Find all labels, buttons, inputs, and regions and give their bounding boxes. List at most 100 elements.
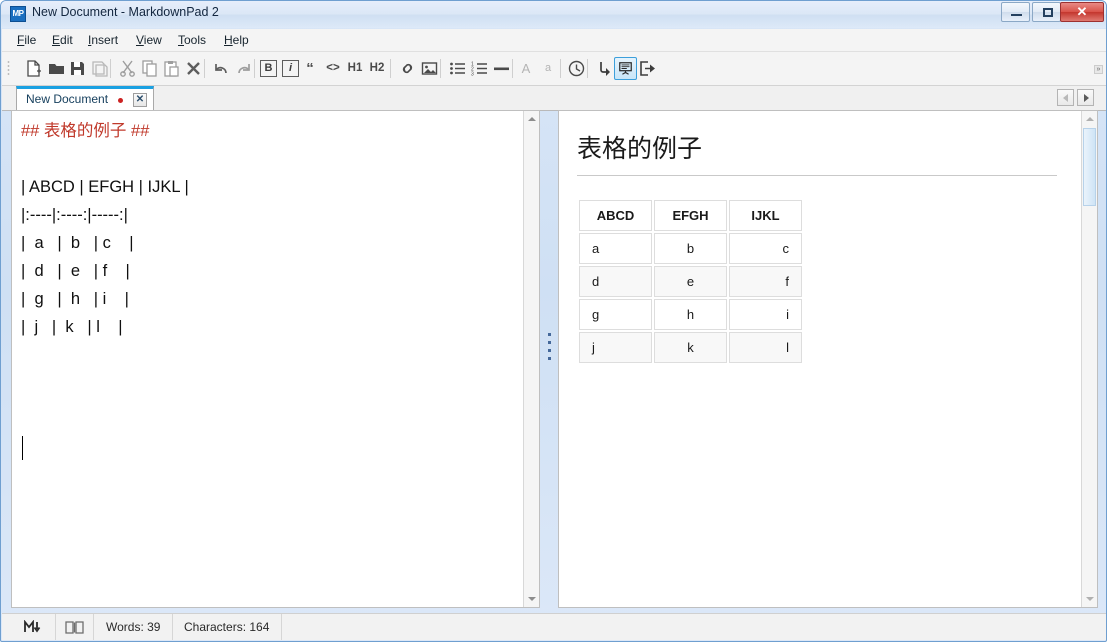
- line-break-icon: [600, 62, 610, 76]
- code-button[interactable]: <>: [322, 57, 344, 80]
- preview-vertical-scrollbar[interactable]: [1081, 111, 1097, 607]
- save-icon: [71, 62, 84, 75]
- markdown-editor[interactable]: ## 表格的例子 ## | ABCD | EFGH | IJKL | |:----…: [11, 110, 540, 608]
- save-button[interactable]: [66, 57, 89, 80]
- toolbar: B i “ <> H1 H2 1 2 3 A a »: [2, 52, 1106, 86]
- chevron-right-icon: [1084, 94, 1089, 102]
- preview-table-cell: b: [654, 233, 727, 264]
- preview-table-header-cell: IJKL: [729, 200, 802, 231]
- hyperlink-button[interactable]: [396, 57, 419, 80]
- tab-new-document[interactable]: New Document ✕: [16, 86, 154, 110]
- open-folder-button[interactable]: [45, 57, 68, 80]
- triangle-up-icon: [1086, 117, 1094, 121]
- tab-scroll-right-button[interactable]: [1077, 89, 1094, 106]
- decrease-font-button[interactable]: a: [538, 57, 558, 80]
- tab-modified-indicator: [118, 98, 124, 103]
- toolbar-separator: [440, 59, 441, 78]
- reading-mode-button[interactable]: [56, 614, 94, 640]
- heading1-button[interactable]: H1: [344, 57, 366, 80]
- cut-button[interactable]: [116, 57, 139, 80]
- splitter-grip-dot: [548, 357, 551, 360]
- close-icon: ✕: [1076, 4, 1088, 19]
- editor-line: | g | h | i |: [21, 290, 129, 308]
- save-all-button[interactable]: [88, 57, 111, 80]
- live-preview-pane: 表格的例子 ABCD EFGH IJKL abcdefghijkl: [558, 110, 1098, 608]
- export-icon: [640, 61, 655, 76]
- preview-table-cell: h: [654, 299, 727, 330]
- window-title: New Document - MarkdownPad 2: [32, 5, 219, 19]
- maximize-button[interactable]: [1032, 2, 1061, 22]
- menu-bar: File Edit Insert View Tools Help: [2, 29, 1106, 52]
- preview-scroll-down-button[interactable]: [1082, 591, 1097, 607]
- markdown-mode-button[interactable]: [16, 614, 56, 640]
- delete-button[interactable]: [182, 57, 205, 80]
- numbered-list-icon: 1 2 3: [471, 62, 487, 77]
- title-bar: MP New Document - MarkdownPad 2 ✕: [1, 1, 1106, 28]
- undo-button[interactable]: [210, 57, 233, 80]
- triangle-up-icon: [528, 117, 536, 121]
- preview-scrollbar-thumb[interactable]: [1083, 128, 1096, 206]
- blockquote-button[interactable]: “: [300, 57, 320, 80]
- tab-scroll-left-button[interactable]: [1057, 89, 1074, 106]
- redo-button[interactable]: [232, 57, 255, 80]
- minimize-icon: [1011, 14, 1022, 16]
- preview-heading: 表格的例子: [577, 129, 1057, 176]
- italic-button[interactable]: i: [282, 60, 299, 77]
- menu-help[interactable]: Help: [219, 32, 254, 48]
- preview-table-cell: e: [654, 266, 727, 297]
- increase-font-button[interactable]: A: [516, 57, 536, 80]
- numbered-list-button[interactable]: 1 2 3: [468, 57, 491, 80]
- undo-icon: [215, 64, 227, 74]
- menu-edit[interactable]: Edit: [47, 32, 78, 48]
- toolbar-overflow-button[interactable]: »: [1094, 65, 1103, 74]
- timestamp-button[interactable]: [565, 57, 588, 80]
- editor-vertical-scrollbar[interactable]: [523, 111, 539, 607]
- menu-tools[interactable]: Tools: [173, 32, 211, 48]
- preview-scroll-up-button[interactable]: [1082, 111, 1097, 127]
- tab-close-icon[interactable]: ✕: [132, 93, 147, 107]
- export-button[interactable]: [636, 57, 659, 80]
- menu-insert[interactable]: Insert: [83, 32, 123, 48]
- toolbar-separator: [560, 59, 561, 78]
- toolbar-separator: [587, 59, 588, 78]
- line-break-button[interactable]: [593, 57, 616, 80]
- paste-button[interactable]: [160, 57, 183, 80]
- menu-file[interactable]: File: [12, 32, 41, 48]
- redo-icon: [238, 64, 250, 74]
- scroll-down-button[interactable]: [524, 591, 539, 607]
- pane-splitter[interactable]: [542, 110, 556, 608]
- editor-line: ## 表格的例子 ##: [21, 122, 150, 140]
- image-icon: [421, 62, 438, 75]
- image-button[interactable]: [418, 57, 441, 80]
- toolbar-separator: [110, 59, 111, 78]
- copy-icon: [142, 60, 157, 77]
- save-all-icon: [92, 61, 108, 77]
- live-preview-button[interactable]: [614, 57, 637, 80]
- minimize-button[interactable]: [1001, 2, 1030, 22]
- scroll-up-button[interactable]: [524, 111, 539, 127]
- toolbar-separator: [254, 59, 255, 78]
- preview-table-cell: i: [729, 299, 802, 330]
- new-document-button[interactable]: [22, 57, 45, 80]
- menu-view[interactable]: View: [131, 32, 167, 48]
- toolbar-grip[interactable]: [7, 60, 10, 77]
- preview-table-header-cell: ABCD: [579, 200, 652, 231]
- heading2-button[interactable]: H2: [366, 57, 388, 80]
- copy-button[interactable]: [138, 57, 161, 80]
- text-caret: [22, 436, 23, 460]
- bold-button[interactable]: B: [260, 60, 277, 77]
- markdown-icon: [24, 619, 41, 633]
- editor-content[interactable]: ## 表格的例子 ## | ABCD | EFGH | IJKL | |:----…: [21, 117, 189, 341]
- close-button[interactable]: ✕: [1060, 2, 1104, 22]
- preview-content: 表格的例子 ABCD EFGH IJKL abcdefghijkl: [559, 111, 1081, 607]
- preview-table-cell: g: [579, 299, 652, 330]
- character-count: Characters: 164: [172, 614, 283, 640]
- preview-table-cell: d: [579, 266, 652, 297]
- paste-icon: [164, 61, 179, 77]
- horizontal-rule-button[interactable]: [490, 57, 513, 80]
- triangle-down-icon: [528, 597, 536, 601]
- open-folder-icon: [49, 64, 64, 74]
- status-bar: Words: 39 Characters: 164: [2, 613, 1106, 640]
- bulleted-list-button[interactable]: [446, 57, 469, 80]
